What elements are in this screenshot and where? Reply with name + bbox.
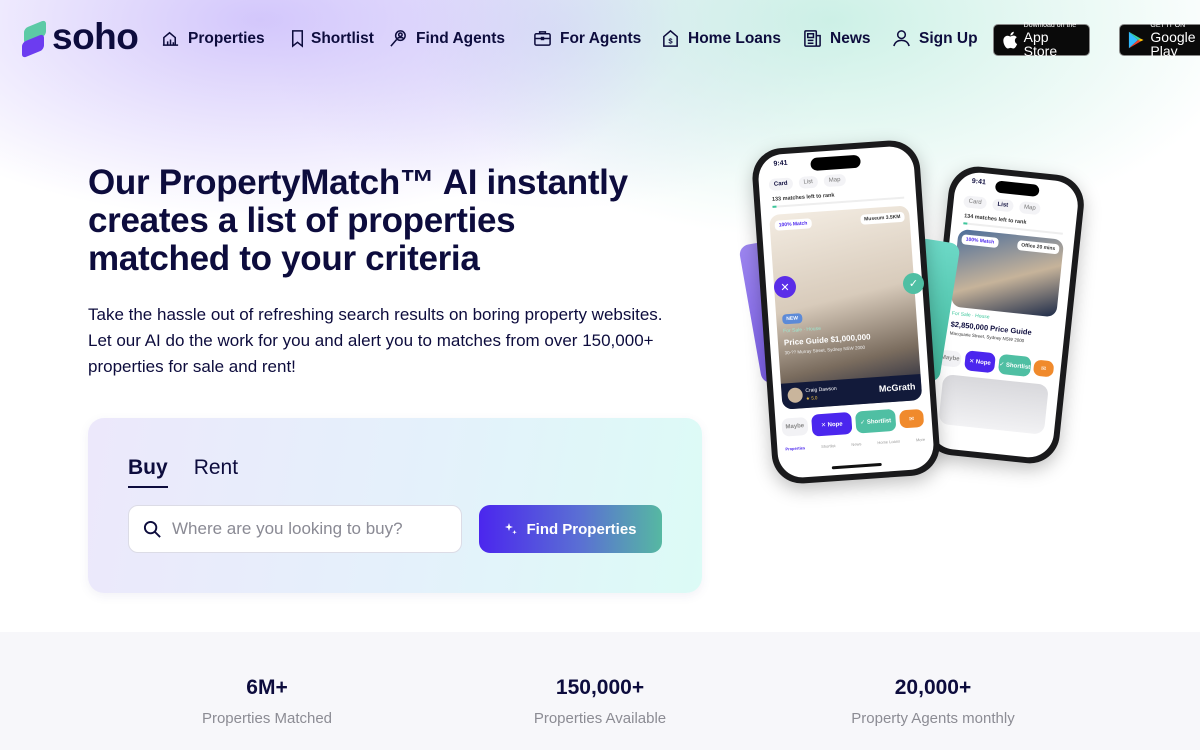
reject-x-icon: ✕ [774,276,796,298]
phone-tab: Map [1018,201,1042,216]
phone-tab: Card [768,177,793,192]
inspection-badge: Office 20 mins [1016,240,1060,255]
phone-bottom-nav: Properties Shortlist News Home Loans Mor… [777,436,933,452]
new-badge: NEW [782,313,803,325]
sparkle-icon [505,523,518,535]
location-search-input[interactable] [172,519,442,539]
nav-news-label: News [830,29,871,47]
hero-subtitle-line: properties for sale and rent! [88,357,296,376]
phone-tab: List [991,198,1014,213]
soho-logo[interactable]: soho [22,16,139,59]
house-dollar-icon: $ [663,29,678,47]
apple-icon [1003,31,1018,49]
phone-nav-item: News [851,441,862,447]
match-badge: 100% Match [774,218,812,231]
phone-nav-item: Home Loans [877,438,901,446]
phone-time: 9:41 [971,177,987,187]
hero-title-line: creates a list of properties [88,201,516,240]
stat-value: 150,000+ [555,676,645,699]
bookmark-icon [291,30,304,48]
user-icon [893,30,910,47]
hero-subtitle-line: Take the hassle out of refreshing search… [88,305,663,324]
match-badge: 100% Match [961,234,999,248]
google-play-button[interactable]: GET IT ON Google Play [1119,22,1200,59]
stat-properties-available: 150,000+ Properties Available [450,676,750,727]
phone-time: 9:41 [773,159,788,168]
hero-subtitle-line: Let our AI do the work for you and alert… [88,331,654,350]
stats-section: 6M+ Properties Matched 150,000+ Properti… [0,632,1200,750]
hero-title: Our PropertyMatch™ AI instantly creates … [88,164,708,278]
top-navigation: soho Properties Shortlist Find Agents Fo… [0,0,1200,80]
phone-nav-item: More [915,436,926,443]
stat-property-agents: 20,000+ Property Agents monthly [783,676,1083,727]
app-store-big-text: App Store [1023,29,1058,59]
svg-text:$: $ [668,36,673,45]
shortlist-button: ✓ Shortlist [997,353,1032,378]
listing-photo: 100% Match Office 20 mins [950,228,1065,318]
nav-news[interactable]: News [803,29,871,48]
app-store-button[interactable]: Download on the App Store [993,22,1090,59]
nav-properties[interactable]: Properties [161,29,265,48]
nav-for-agents-label: For Agents [560,29,642,47]
nav-shortlist[interactable]: Shortlist [288,29,374,48]
google-play-big-text: Google Play [1150,29,1196,59]
maybe-button: Maybe [781,416,809,437]
hero-subtitle: Take the hassle out of refreshing search… [88,302,728,380]
nav-sign-up[interactable]: Sign Up [892,29,978,48]
hero-title-line: Our PropertyMatch™ AI instantly [88,163,628,202]
stat-value: 6M+ [246,676,288,699]
tab-buy[interactable]: Buy [128,456,168,488]
phone-nav-item: Properties [785,445,806,452]
nav-shortlist-label: Shortlist [311,29,374,47]
app-phone-mockups: 9:41 Card List Map 134 matches left to r… [738,138,1087,490]
phone-view-tabs: Card List Map [768,170,906,192]
distance-badge: Museum 3.5KM [859,211,905,225]
agent-name: Craig Dawson [805,385,837,395]
tab-rent[interactable]: Rent [194,456,238,488]
shortlist-button: ✓ Shortlist [854,408,897,434]
find-properties-label: Find Properties [526,520,637,538]
phone-tab: List [798,175,819,189]
stat-label: Properties Available [533,710,667,727]
nav-home-loans-label: Home Loans [688,29,782,47]
nav-home-loans[interactable]: $ Home Loans [661,29,781,48]
google-play-icon [1128,31,1144,49]
phone-mockup-card-view: 9:41 Card List Map 133 matches left to r… [750,138,942,486]
phone-tab: Map [823,173,846,188]
listing-type: For Sale · House [782,325,822,335]
nav-find-agents-label: Find Agents [416,29,505,47]
nav-for-agents[interactable]: For Agents [533,29,641,48]
agent-search-icon [390,30,406,47]
nav-find-agents[interactable]: Find Agents [389,29,505,48]
nav-properties-label: Properties [188,29,265,47]
stat-label: Properties Matched [201,710,333,727]
agent-rating: ★ 5.0 [805,395,818,401]
nav-sign-up-label: Sign Up [919,29,978,47]
search-icon [143,520,161,538]
accept-check-icon: ✓ [903,273,924,294]
house-chart-icon [162,31,179,46]
phone-nav-item: Shortlist [820,443,836,450]
stat-label: Property Agents monthly [851,710,1015,727]
property-search-card: Buy Rent Find Properties [88,418,702,593]
agency-logo: McGrath [878,381,916,394]
briefcase-icon [534,31,551,46]
soho-logo-mark-icon [22,19,46,59]
nope-button: ✕ Nope [964,350,996,374]
listing-type: For Sale · House [951,310,990,321]
phone-tab: Card [963,195,988,210]
location-search-field[interactable] [128,505,462,553]
newspaper-icon [804,30,821,47]
hero-title-line: matched to your criteria [88,239,480,278]
search-tabs: Buy Rent [128,456,238,488]
listing-card: 100% Match Museum 3.5KM NEW For Sale · H… [769,205,923,410]
stat-value: 20,000+ [894,676,972,699]
find-properties-button[interactable]: Find Properties [479,505,662,553]
nope-button: ✕ Nope [811,411,853,437]
logo-text: soho [52,16,139,57]
stat-properties-matched: 6M+ Properties Matched [117,676,417,727]
